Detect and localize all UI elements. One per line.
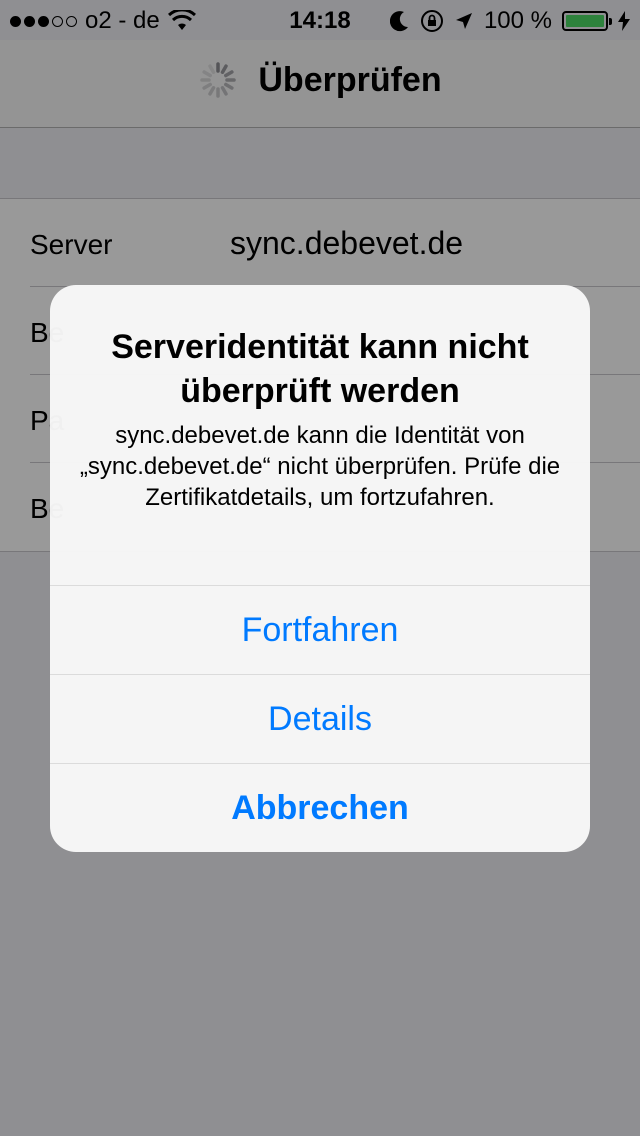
cancel-button[interactable]: Abbrechen: [50, 763, 590, 852]
details-button[interactable]: Details: [50, 674, 590, 763]
alert-dialog: Serveridentität kann nicht überprüft wer…: [50, 285, 590, 852]
continue-button[interactable]: Fortfahren: [50, 585, 590, 674]
alert-message: sync.debevet.de kann die Identität von „…: [79, 422, 561, 511]
alert-title: Serveridentität kann nicht überprüft wer…: [111, 328, 529, 410]
screen: o2 - de 14:18 100 % Überprüfen Server sy…: [0, 0, 640, 1136]
